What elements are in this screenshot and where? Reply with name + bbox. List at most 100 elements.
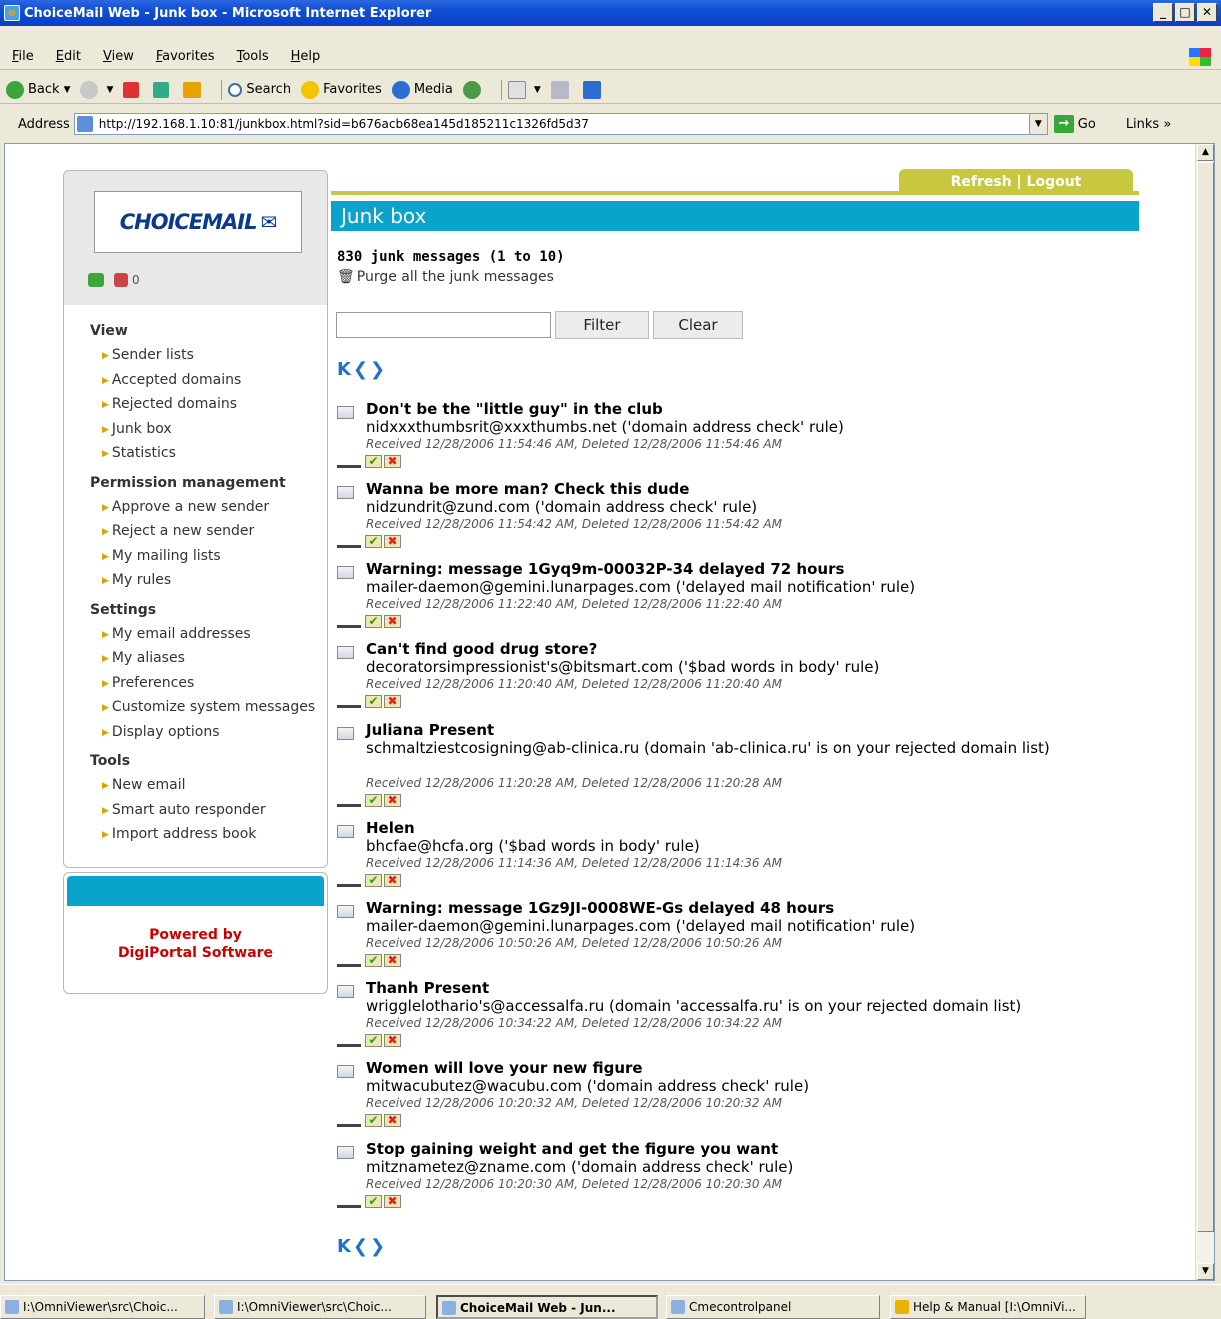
envelope-icon[interactable] — [337, 905, 354, 918]
vertical-scrollbar[interactable]: ▲ ▼ — [1195, 144, 1214, 1280]
accept-mail-icon[interactable]: ✔ — [365, 615, 382, 628]
envelope-icon[interactable] — [337, 486, 354, 499]
accept-mail-icon[interactable]: ✔ — [365, 874, 382, 887]
forward-button[interactable]: ▼ — [80, 80, 113, 99]
first-page-icon[interactable]: K — [337, 1236, 351, 1257]
reject-mail-icon[interactable]: ✖ — [384, 1195, 401, 1208]
reject-mail-icon[interactable]: ✖ — [384, 695, 401, 708]
powered-by-link[interactable]: Powered by DigiPortal Software — [64, 926, 327, 962]
envelope-icon[interactable] — [337, 825, 354, 838]
message-subject[interactable]: Wanna be more man? Check this dude — [366, 480, 689, 498]
message-subject[interactable]: Stop gaining weight and get the figure y… — [366, 1140, 778, 1158]
accept-mail-icon[interactable]: ✔ — [365, 1114, 382, 1127]
message-subject[interactable]: Women will love your new figure — [366, 1059, 643, 1077]
message-subject[interactable]: Warning: message 1Gyq9m-00032P-34 delaye… — [366, 560, 844, 578]
nav-item-import-address-book[interactable]: ▶ Import address book — [102, 823, 327, 848]
maximize-button[interactable]: □ — [1175, 3, 1195, 22]
taskbar-item-active[interactable]: ChoiceMail Web - Jun... — [436, 1295, 658, 1319]
nav-item-preferences[interactable]: ▶ Preferences — [102, 672, 327, 697]
taskbar-item[interactable]: Cmecontrolpanel — [666, 1295, 880, 1319]
envelope-icon[interactable] — [337, 727, 354, 740]
menu-view[interactable]: View — [103, 49, 134, 64]
taskbar-item[interactable]: I:\OmniViewer\src\Choic... — [0, 1295, 205, 1319]
edit-button[interactable] — [582, 80, 605, 99]
taskbar-item[interactable]: I:\OmniViewer\src\Choic... — [214, 1295, 426, 1319]
scroll-up-icon[interactable]: ▲ — [1197, 144, 1214, 161]
nav-item-new-email[interactable]: ▶ New email — [102, 774, 327, 799]
purge-link[interactable]: 🗑 Purge all the junk messages — [337, 269, 554, 285]
message-subject[interactable]: Warning: message 1Gz9JI-0008WE-Gs delaye… — [366, 899, 834, 917]
reject-mail-icon[interactable]: ✖ — [384, 874, 401, 887]
history-button[interactable] — [462, 80, 485, 99]
nav-item-sender-lists[interactable]: ▶ Sender lists — [102, 344, 327, 369]
home-button[interactable] — [183, 81, 205, 98]
mailbox-icon[interactable] — [114, 273, 128, 287]
reject-mail-icon[interactable]: ✖ — [384, 535, 401, 548]
sync-icon[interactable] — [88, 273, 104, 287]
nav-item-email-addresses[interactable]: ▶ My email addresses — [102, 623, 327, 648]
nav-item-my-rules[interactable]: ▶ My rules — [102, 569, 327, 594]
menu-tools[interactable]: Tools — [237, 49, 269, 64]
nav-item-reject-sender[interactable]: ▶ Reject a new sender — [102, 520, 327, 545]
accept-mail-icon[interactable]: ✔ — [365, 1195, 382, 1208]
nav-item-accepted-domains[interactable]: ▶ Accepted domains — [102, 369, 327, 394]
reject-mail-icon[interactable]: ✖ — [384, 615, 401, 628]
message-subject[interactable]: Helen — [366, 819, 415, 837]
close-button[interactable]: ✕ — [1197, 3, 1217, 22]
menu-favorites[interactable]: Favorites — [156, 49, 215, 64]
favorites-button[interactable]: Favorites — [301, 80, 382, 99]
print-button[interactable] — [550, 80, 573, 99]
message-subject[interactable]: Thanh Present — [366, 979, 489, 997]
go-button[interactable]: → Go — [1053, 115, 1096, 133]
mail-button[interactable]: ▼ — [507, 80, 541, 99]
nav-item-junk-box[interactable]: ▶ Junk box — [102, 418, 327, 443]
prev-page-icon[interactable]: ❮ — [353, 359, 368, 380]
minimize-button[interactable]: _ — [1153, 3, 1173, 22]
accept-mail-icon[interactable]: ✔ — [365, 954, 382, 967]
reject-mail-icon[interactable]: ✖ — [384, 455, 401, 468]
envelope-icon[interactable] — [337, 646, 354, 659]
address-input[interactable]: http://192.168.1.10:81/junkbox.html?sid=… — [73, 113, 1048, 135]
prev-page-icon[interactable]: ❮ — [353, 1236, 368, 1257]
next-page-icon[interactable]: ❯ — [370, 1236, 385, 1257]
message-subject[interactable]: Juliana Present — [366, 721, 494, 739]
filter-button[interactable]: Filter — [555, 311, 649, 339]
reject-mail-icon[interactable]: ✖ — [384, 794, 401, 807]
nav-item-aliases[interactable]: ▶ My aliases — [102, 647, 327, 672]
nav-item-rejected-domains[interactable]: ▶ Rejected domains — [102, 393, 327, 418]
links-button[interactable]: Links » — [1126, 117, 1172, 132]
nav-item-approve-sender[interactable]: ▶ Approve a new sender — [102, 496, 327, 521]
first-page-icon[interactable]: K — [337, 359, 351, 380]
nav-item-display-options[interactable]: ▶ Display options — [102, 721, 327, 746]
taskbar-item[interactable]: Help & Manual [I:\OmniVi... — [890, 1295, 1086, 1319]
accept-mail-icon[interactable]: ✔ — [365, 695, 382, 708]
accept-mail-icon[interactable]: ✔ — [365, 1034, 382, 1047]
envelope-icon[interactable] — [337, 566, 354, 579]
scroll-thumb[interactable] — [1197, 162, 1214, 1232]
nav-item-statistics[interactable]: ▶ Statistics — [102, 442, 327, 467]
clear-button[interactable]: Clear — [653, 311, 743, 339]
envelope-icon[interactable] — [337, 985, 354, 998]
nav-item-customize-messages[interactable]: ▶ Customize system messages — [102, 696, 327, 721]
menu-edit[interactable]: Edit — [56, 49, 81, 64]
stop-button[interactable] — [123, 81, 143, 98]
accept-mail-icon[interactable]: ✔ — [365, 794, 382, 807]
envelope-icon[interactable] — [337, 1146, 354, 1159]
accept-mail-icon[interactable]: ✔ — [365, 535, 382, 548]
reject-mail-icon[interactable]: ✖ — [384, 954, 401, 967]
accept-mail-icon[interactable]: ✔ — [365, 455, 382, 468]
nav-item-auto-responder[interactable]: ▶ Smart auto responder — [102, 799, 327, 824]
reject-mail-icon[interactable]: ✖ — [384, 1114, 401, 1127]
envelope-icon[interactable] — [337, 1065, 354, 1078]
menu-file[interactable]: File — [12, 49, 34, 64]
message-subject[interactable]: Can't find good drug store? — [366, 640, 597, 658]
search-button[interactable]: Search — [228, 82, 291, 97]
menu-help[interactable]: Help — [291, 49, 321, 64]
filter-input[interactable] — [336, 312, 551, 338]
scroll-down-icon[interactable]: ▼ — [1197, 1263, 1214, 1280]
nav-item-mailing-lists[interactable]: ▶ My mailing lists — [102, 545, 327, 570]
next-page-icon[interactable]: ❯ — [370, 359, 385, 380]
media-button[interactable]: Media — [391, 80, 453, 99]
back-button[interactable]: Back ▼ — [6, 80, 70, 99]
address-dropdown-icon[interactable]: ▼ — [1028, 114, 1047, 134]
